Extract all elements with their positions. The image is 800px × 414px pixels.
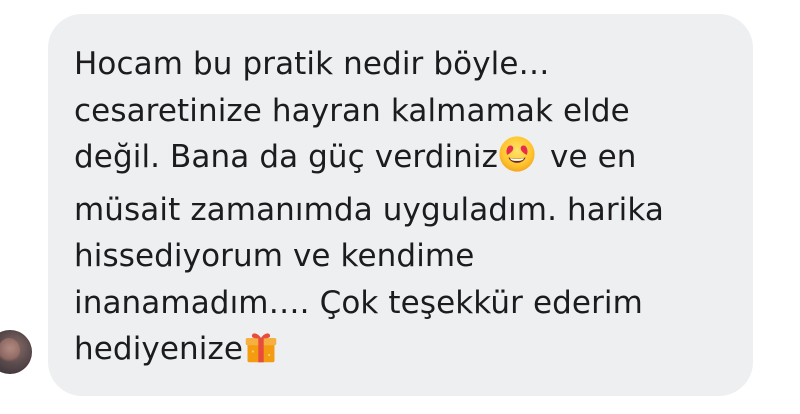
message-line-7-text: hediyenize <box>74 331 244 367</box>
message-bubble[interactable]: Hocam bu pratik nedir böyle… cesaretiniz… <box>48 14 753 396</box>
message-text: Hocam bu pratik nedir böyle… cesaretiniz… <box>74 41 729 379</box>
message-line-6: inanamadım…. Çok teşekkür ederim <box>74 284 643 321</box>
message-line-3: değil. Bana da güç verdiniz ve en <box>74 134 729 187</box>
message-line-7: hediyenize <box>74 326 729 379</box>
heart-eyes-emoji-icon <box>498 135 536 187</box>
gift-emoji-icon <box>243 329 279 379</box>
message-line-4: müsait zamanımda uyguladım. harika <box>74 191 664 228</box>
message-line-3-text: değil. Bana da güç verdiniz <box>74 139 499 175</box>
message-line-1: Hocam bu pratik nedir böyle… <box>74 46 550 82</box>
message-line-2: cesaretinize hayran kalmamak elde <box>74 92 630 129</box>
sender-avatar[interactable] <box>0 330 32 374</box>
message-line-3b-text: ve en <box>550 139 637 175</box>
message-line-5: hissediyorum ve kendime <box>74 238 475 274</box>
dm-conversation-view: Hocam bu pratik nedir böyle… cesaretiniz… <box>0 0 800 414</box>
